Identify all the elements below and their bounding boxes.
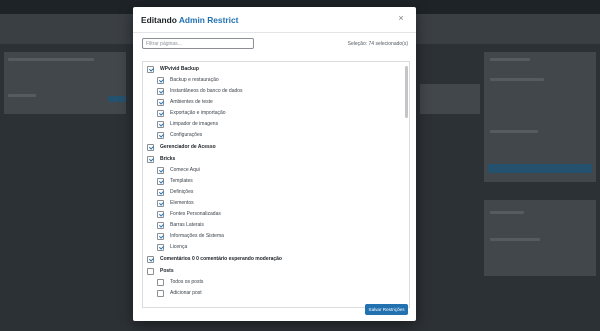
page-item-row[interactable]: Ambientes de teste [157, 97, 213, 107]
checkbox[interactable] [157, 243, 164, 251]
page-item-label: Elementos [170, 200, 194, 206]
page-item-row[interactable]: Comece Aqui [157, 165, 200, 175]
page-item-label: Ambientes de teste [170, 99, 213, 105]
checkbox[interactable] [157, 131, 164, 139]
save-restrictions-button[interactable]: Salvar Restrições [365, 304, 408, 315]
page-item-row[interactable]: Adicionar post [157, 288, 202, 298]
page-group-row[interactable]: Comentários 0 0 comentário esperando mod… [147, 254, 282, 264]
checkbox[interactable] [157, 98, 164, 106]
checkbox[interactable] [157, 221, 164, 229]
checkbox[interactable] [157, 278, 164, 286]
checkbox[interactable] [157, 289, 164, 297]
checkbox[interactable] [157, 177, 164, 185]
page-item-row[interactable]: Fontes Personalizadas [157, 209, 221, 219]
checkbox[interactable] [157, 166, 164, 174]
page-item-row[interactable]: Elementos [157, 198, 194, 208]
background-panel-left [4, 52, 126, 114]
close-icon[interactable]: × [396, 13, 406, 23]
page-group-label: Bricks [160, 156, 176, 162]
checkbox[interactable] [147, 155, 154, 163]
checkbox[interactable] [157, 199, 164, 207]
page-item-row[interactable]: Limpador de imagens [157, 119, 218, 129]
page-item-label: Comece Aqui [170, 167, 200, 173]
modal-title: Editando Admin Restrict [141, 15, 238, 25]
page-group-label: Comentários 0 0 comentário esperando mod… [160, 256, 282, 262]
page-item-label: Fontes Personalizadas [170, 211, 221, 217]
page-item-label: Backup e restauração [170, 77, 219, 83]
background-panel-right [484, 52, 596, 182]
page-item-row[interactable]: Definições [157, 187, 193, 197]
page-item-row[interactable]: Configurações [157, 130, 202, 140]
page-item-row[interactable]: Barras Laterais [157, 220, 204, 230]
modal-title-role: Admin Restrict [178, 15, 239, 25]
checkbox[interactable] [157, 120, 164, 128]
checkbox[interactable] [157, 87, 164, 95]
page-group-label: WPvivid Backup [160, 66, 199, 72]
checkbox[interactable] [147, 267, 154, 275]
checkbox[interactable] [157, 188, 164, 196]
checkbox[interactable] [147, 255, 154, 263]
page-item-row[interactable]: Licença [157, 242, 187, 252]
page-item-label: Adicionar post [170, 290, 202, 296]
checkbox[interactable] [157, 109, 164, 117]
page-group-row[interactable]: Bricks [147, 154, 175, 164]
background-line [490, 211, 524, 214]
background-line [8, 58, 94, 61]
modal-header: Editando Admin Restrict × [133, 7, 416, 33]
pages-checklist: WPvivid Backup Backup e restauração Instan… [142, 61, 410, 308]
checkbox[interactable] [157, 232, 164, 240]
page-item-row[interactable]: Instantâneos do banco de dados [157, 86, 243, 96]
background-button [488, 164, 592, 173]
page-item-row[interactable]: Informações de Sistema [157, 231, 224, 241]
checkbox[interactable] [147, 65, 154, 73]
background-line [8, 94, 36, 97]
page-group-label: Posts [160, 268, 174, 274]
checkbox[interactable] [157, 76, 164, 84]
page-item-label: Limpador de imagens [170, 121, 219, 127]
page-item-label: Definições [170, 189, 194, 195]
page-item-label: Todos os posts [170, 279, 204, 285]
background-line [490, 238, 540, 241]
page-item-label: Instantâneos do banco de dados [170, 88, 243, 94]
background-line [490, 58, 530, 61]
page-group-row[interactable]: Gerenciador de Acesso [147, 142, 216, 152]
background-line [490, 130, 538, 133]
page-item-label: Configurações [170, 132, 203, 138]
background-panel-middle [420, 84, 480, 114]
page-group-label: Gerenciador de Acesso [160, 144, 216, 150]
checkbox[interactable] [147, 143, 154, 151]
page-item-label: Barras Laterais [170, 222, 204, 228]
page-item-row[interactable]: Templates [157, 176, 193, 186]
page-item-label: Templates [170, 178, 193, 184]
page-item-label: Exportação e importação [170, 110, 226, 116]
page-item-row[interactable]: Exportação e importação [157, 108, 226, 118]
modal-title-prefix: Editando [141, 15, 177, 25]
background-button [108, 96, 126, 102]
page-group-row[interactable]: WPvivid Backup [147, 64, 199, 74]
page-item-row[interactable]: Backup e restauração [157, 75, 219, 85]
page-group-row[interactable]: Posts [147, 266, 174, 276]
page-item-row[interactable]: Todos os posts [157, 277, 203, 287]
background-line [490, 78, 544, 81]
checkbox[interactable] [157, 210, 164, 218]
page-item-label: Informações de Sistema [170, 233, 224, 239]
edit-restrictions-modal: Editando Admin Restrict × Seleção: 74 se… [133, 7, 416, 321]
filter-pages-input[interactable] [142, 38, 254, 49]
list-scrollbar[interactable] [405, 66, 408, 118]
page-item-label: Licença [170, 244, 188, 250]
selection-count: Seleção: 74 selecionado(s) [347, 41, 408, 47]
